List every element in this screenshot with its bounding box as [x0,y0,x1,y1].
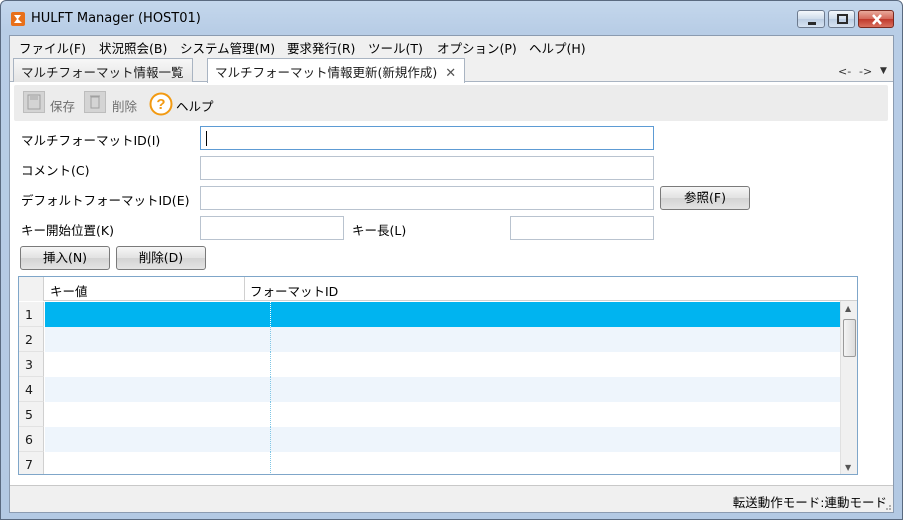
save-icon[interactable] [23,91,45,113]
menu-system[interactable]: システム管理(M) [180,38,275,57]
toolbar: 保存 削除 ? ヘルプ [14,85,888,121]
grid-scrollbar[interactable]: ▲ ▼ [840,301,857,474]
client-area: ファイル(F) 状況照会(B) システム管理(M) 要求発行(R) ツール(T)… [9,35,894,513]
cell-separator [270,402,271,427]
transfer-mode-status: 転送動作モード:連動モード [732,495,887,510]
tab-list-menu-icon[interactable]: ▼ [880,66,887,76]
row-cells[interactable] [45,402,840,427]
tab-forward-button[interactable]: -> [859,65,872,78]
table-row[interactable]: 7 [19,452,840,474]
column-header-key[interactable]: キー値 [50,281,88,300]
column-header-format-id[interactable]: フォーマットID [250,281,338,300]
row-number[interactable]: 2 [19,327,44,352]
default-format-id-input[interactable] [200,186,654,210]
close-window-button[interactable] [858,10,894,28]
row-cells[interactable] [45,452,840,474]
row-number[interactable]: 7 [19,452,44,474]
row-number[interactable]: 3 [19,352,44,377]
tab-bar: マルチフォーマット情報一覧 マルチフォーマット情報更新(新規作成) ✕ <- ->… [10,56,893,83]
table-row[interactable]: 2 [19,327,840,352]
default-format-id-label: デフォルトフォーマットID(E) [21,193,190,208]
close-icon [872,14,882,25]
cell-separator [270,377,271,402]
scroll-thumb[interactable] [843,319,856,357]
table-row[interactable]: 3 [19,352,840,377]
browse-button[interactable]: 参照(F) [660,186,750,210]
tab-back-button[interactable]: <- [838,65,851,78]
minimize-icon [808,22,816,25]
status-bar: 転送動作モード:連動モード [10,485,893,512]
menu-help[interactable]: ヘルプ(H) [529,38,586,57]
row-cells[interactable] [45,302,840,327]
table-row[interactable]: 4 [19,377,840,402]
maximize-icon [837,14,848,24]
cell-separator [270,452,271,474]
row-number[interactable]: 5 [19,402,44,427]
cell-separator [270,327,271,352]
multi-format-id-label: マルチフォーマットID(I) [21,133,161,148]
key-length-input[interactable] [510,216,654,240]
insert-row-button[interactable]: 挿入(N) [20,246,110,270]
key-length-label: キー長(L) [352,223,407,238]
help-icon[interactable]: ? [149,92,173,116]
hulft-logo-icon [11,12,25,26]
key-start-input[interactable] [200,216,344,240]
row-number[interactable]: 1 [19,302,44,327]
column-separator [244,277,245,301]
app-window: HULFT Manager (HOST01) ファイル(F) 状況照会(B) シ… [0,0,903,520]
cell-separator [270,302,271,327]
table-row[interactable]: 1 [19,302,840,327]
title-bar[interactable]: HULFT Manager (HOST01) [1,1,902,35]
row-cells[interactable] [45,427,840,452]
tab-label: マルチフォーマット情報一覧 [21,65,184,80]
trash-icon [90,95,100,109]
maximize-button[interactable] [828,10,855,28]
row-number[interactable]: 6 [19,427,44,452]
menu-bar: ファイル(F) 状況照会(B) システム管理(M) 要求発行(R) ツール(T)… [10,36,893,56]
cell-separator [270,427,271,452]
cell-separator [270,352,271,377]
key-start-label: キー開始位置(K) [21,223,114,238]
multi-format-id-input[interactable] [200,126,654,150]
row-cells[interactable] [45,327,840,352]
tab-multi-format-list[interactable]: マルチフォーマット情報一覧 [13,58,193,82]
menu-tools[interactable]: ツール(T) [368,38,423,57]
grid-corner[interactable] [19,277,44,301]
delete-row-button[interactable]: 削除(D) [116,246,206,270]
window-title: HULFT Manager (HOST01) [31,11,201,26]
row-number[interactable]: 4 [19,377,44,402]
menu-options[interactable]: オプション(P) [437,38,517,57]
table-row[interactable]: 5 [19,402,840,427]
menu-status[interactable]: 状況照会(B) [99,38,167,57]
svg-text:?: ? [156,96,165,113]
delete-toolbar-button[interactable]: 削除 [112,96,137,115]
row-cells[interactable] [45,352,840,377]
table-row[interactable]: 6 [19,427,840,452]
minimize-button[interactable] [797,10,825,28]
tab-label: マルチフォーマット情報更新(新規作成) [215,65,438,80]
close-tab-icon[interactable]: ✕ [445,66,456,81]
row-cells[interactable] [45,377,840,402]
key-format-grid: キー値 フォーマットID 1234567 ▲ ▼ [18,276,858,475]
menu-file[interactable]: ファイル(F) [19,38,86,57]
text-caret [206,131,207,146]
menu-request[interactable]: 要求発行(R) [287,38,355,57]
comment-label: コメント(C) [21,163,90,178]
save-button[interactable]: 保存 [50,96,75,115]
comment-input[interactable] [200,156,654,180]
scroll-down-icon[interactable]: ▼ [845,463,851,472]
tab-multi-format-update[interactable]: マルチフォーマット情報更新(新規作成) ✕ [207,58,466,83]
scroll-up-icon[interactable]: ▲ [845,304,851,313]
help-button[interactable]: ヘルプ [176,96,214,115]
grid-header: キー値 フォーマットID [19,277,857,301]
disk-icon [27,94,41,110]
resize-grip-icon[interactable] [882,501,892,511]
delete-icon[interactable] [84,91,106,113]
